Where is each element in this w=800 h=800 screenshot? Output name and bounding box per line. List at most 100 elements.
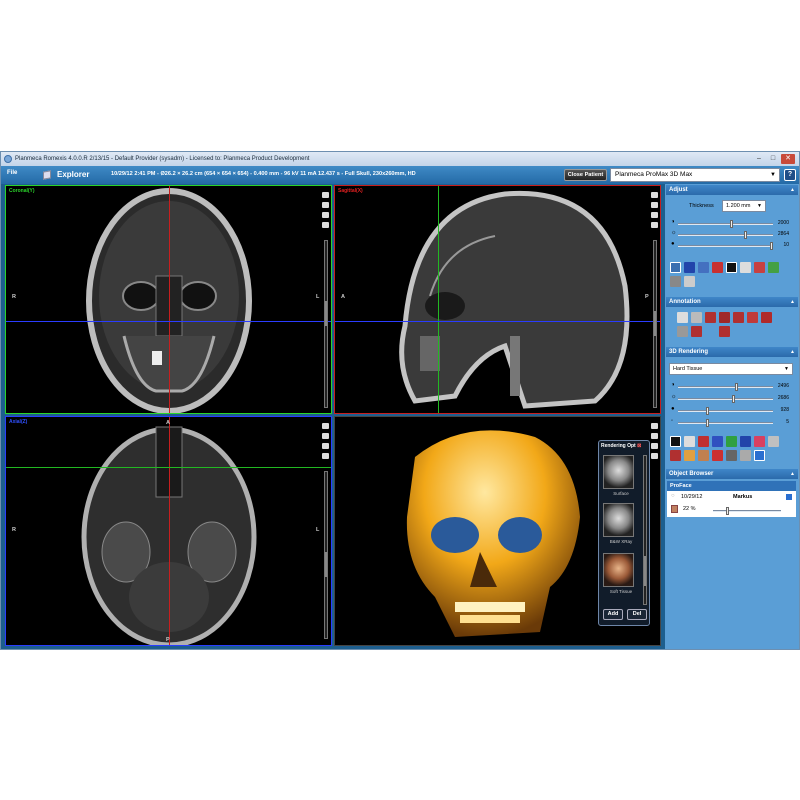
close-patient-button[interactable]: Close Patient — [564, 169, 607, 181]
export-icon[interactable] — [684, 276, 695, 287]
axial-view[interactable]: Axial(Z) A P R L — [5, 416, 332, 646]
mesh-icon[interactable] — [670, 450, 681, 461]
layout-icon[interactable] — [651, 423, 658, 429]
layout-icon[interactable] — [322, 423, 329, 429]
camera-icon[interactable] — [651, 443, 658, 449]
adjust-gamma-slider[interactable] — [678, 242, 773, 250]
hand-icon[interactable] — [322, 222, 329, 228]
sagittal-view[interactable]: Sagittal(X) A P — [334, 185, 661, 414]
hand-icon[interactable] — [651, 453, 658, 459]
crosshair-sagittal-line[interactable] — [169, 417, 170, 645]
render-gamma-slider[interactable] — [678, 407, 773, 415]
zoom-tool-icon[interactable] — [670, 262, 681, 273]
preset-bw-xray-thumbnail[interactable] — [603, 503, 634, 537]
orientation-anterior-label: A — [166, 420, 170, 426]
add-preset-button[interactable]: Add — [603, 609, 623, 620]
3d-rendering-section-header[interactable]: 3D Rendering ▲ — [666, 347, 798, 357]
rendering-preset-select[interactable]: Hard Tissue ▼ — [669, 363, 793, 375]
adjust-brightness-slider[interactable] — [678, 231, 773, 239]
pan-tool-icon[interactable] — [684, 262, 695, 273]
camera-icon[interactable] — [322, 443, 329, 449]
render-opacity-slider[interactable] — [678, 419, 773, 427]
adjust-contrast-slider[interactable] — [678, 220, 773, 228]
text-note-icon[interactable] — [705, 312, 716, 323]
hand-icon[interactable] — [651, 222, 658, 228]
maximize-button[interactable]: □ — [767, 154, 779, 164]
preset-surface-thumbnail[interactable] — [603, 455, 634, 489]
measure-icon[interactable] — [651, 202, 658, 208]
density-icon[interactable] — [677, 326, 688, 337]
layout-icon[interactable] — [322, 192, 329, 198]
annotation-section-header[interactable]: Annotation ▲ — [666, 297, 798, 307]
grid-icon[interactable] — [726, 450, 737, 461]
angle-icon[interactable] — [691, 312, 702, 323]
plane-icon[interactable] — [740, 436, 751, 447]
cube-view-icon[interactable] — [768, 436, 779, 447]
measure-3d-icon[interactable] — [740, 450, 751, 461]
delete-annotation-icon[interactable] — [719, 326, 730, 337]
object-browser-section-header[interactable]: Object Browser ▲ — [666, 469, 798, 479]
snapshot-icon[interactable] — [754, 450, 765, 461]
clip-plane-icon[interactable] — [698, 436, 709, 447]
crosshair-axial-line[interactable] — [6, 321, 331, 322]
face-photo-icon[interactable] — [698, 450, 709, 461]
measure-icon[interactable] — [322, 202, 329, 208]
device-select[interactable]: Planmeca ProMax 3D Max ▼ — [610, 168, 780, 182]
render-brightness-slider[interactable] — [678, 395, 773, 403]
explorer-module-button[interactable]: Explorer — [43, 168, 89, 181]
coronal-slice-scrollbar[interactable] — [324, 240, 328, 408]
ruler-icon[interactable] — [677, 312, 688, 323]
visibility-icon[interactable]: ○ — [671, 493, 675, 499]
implant-icon[interactable] — [761, 312, 772, 323]
crop-box-icon[interactable] — [712, 436, 723, 447]
close-icon[interactable]: ⊠ — [637, 443, 641, 449]
thickness-select[interactable]: 1.200 mm ▼ — [722, 200, 766, 212]
measure-icon[interactable] — [322, 433, 329, 439]
crosshair-coronal-line[interactable] — [6, 467, 331, 468]
arrow-note-icon[interactable] — [719, 312, 730, 323]
print-icon[interactable] — [670, 276, 681, 287]
sculpt-icon[interactable] — [754, 436, 765, 447]
crosshair-coronal-line[interactable] — [438, 186, 439, 413]
rotate-tool-icon[interactable] — [698, 262, 709, 273]
measure-icon[interactable] — [651, 433, 658, 439]
layout-icon[interactable] — [651, 192, 658, 198]
adjust-section-header[interactable]: Adjust ▲ — [666, 185, 798, 195]
crosshair-sagittal-line[interactable] — [169, 186, 170, 413]
collapse-icon: ▲ — [790, 349, 795, 355]
minimize-button[interactable]: – — [753, 154, 765, 164]
camera-icon[interactable] — [322, 212, 329, 218]
file-menu[interactable]: File — [7, 170, 17, 176]
presets-scrollbar[interactable] — [643, 455, 647, 605]
delete-preset-button[interactable]: Del — [627, 609, 647, 620]
freehand-icon[interactable] — [747, 312, 758, 323]
crosshair-axial-line[interactable] — [335, 321, 660, 322]
object-group-header[interactable]: ProFace — [667, 481, 796, 491]
sagittal-slice-scrollbar[interactable] — [653, 240, 657, 408]
preset-soft-tissue-thumbnail[interactable] — [603, 553, 634, 587]
skull-icon[interactable] — [684, 450, 695, 461]
background-icon[interactable] — [670, 436, 681, 447]
close-window-button[interactable]: ✕ — [781, 154, 795, 164]
slice-tool-icon[interactable] — [712, 262, 723, 273]
cube-icon — [43, 170, 51, 180]
camera-icon[interactable] — [651, 212, 658, 218]
axial-slice-scrollbar[interactable] — [324, 471, 328, 639]
chevron-down-icon: ▼ — [770, 172, 776, 178]
hand-icon[interactable] — [322, 453, 329, 459]
coronal-view[interactable]: Coronal(Y) R L — [5, 185, 332, 414]
surface-mode-icon[interactable] — [684, 436, 695, 447]
area-icon[interactable] — [691, 326, 702, 337]
window-level-icon[interactable] — [726, 262, 737, 273]
render-contrast-slider[interactable] — [678, 383, 773, 391]
object-color-swatch[interactable] — [786, 494, 792, 500]
circle-note-icon[interactable] — [733, 312, 744, 323]
object-opacity-slider[interactable] — [713, 507, 781, 515]
segment-icon[interactable] — [726, 436, 737, 447]
filter-icon[interactable] — [754, 262, 765, 273]
invert-icon[interactable] — [740, 262, 751, 273]
render-brightness-value: 2686 — [777, 395, 789, 401]
reset-icon[interactable] — [768, 262, 779, 273]
airway-icon[interactable] — [712, 450, 723, 461]
help-button[interactable]: ? — [784, 169, 796, 181]
